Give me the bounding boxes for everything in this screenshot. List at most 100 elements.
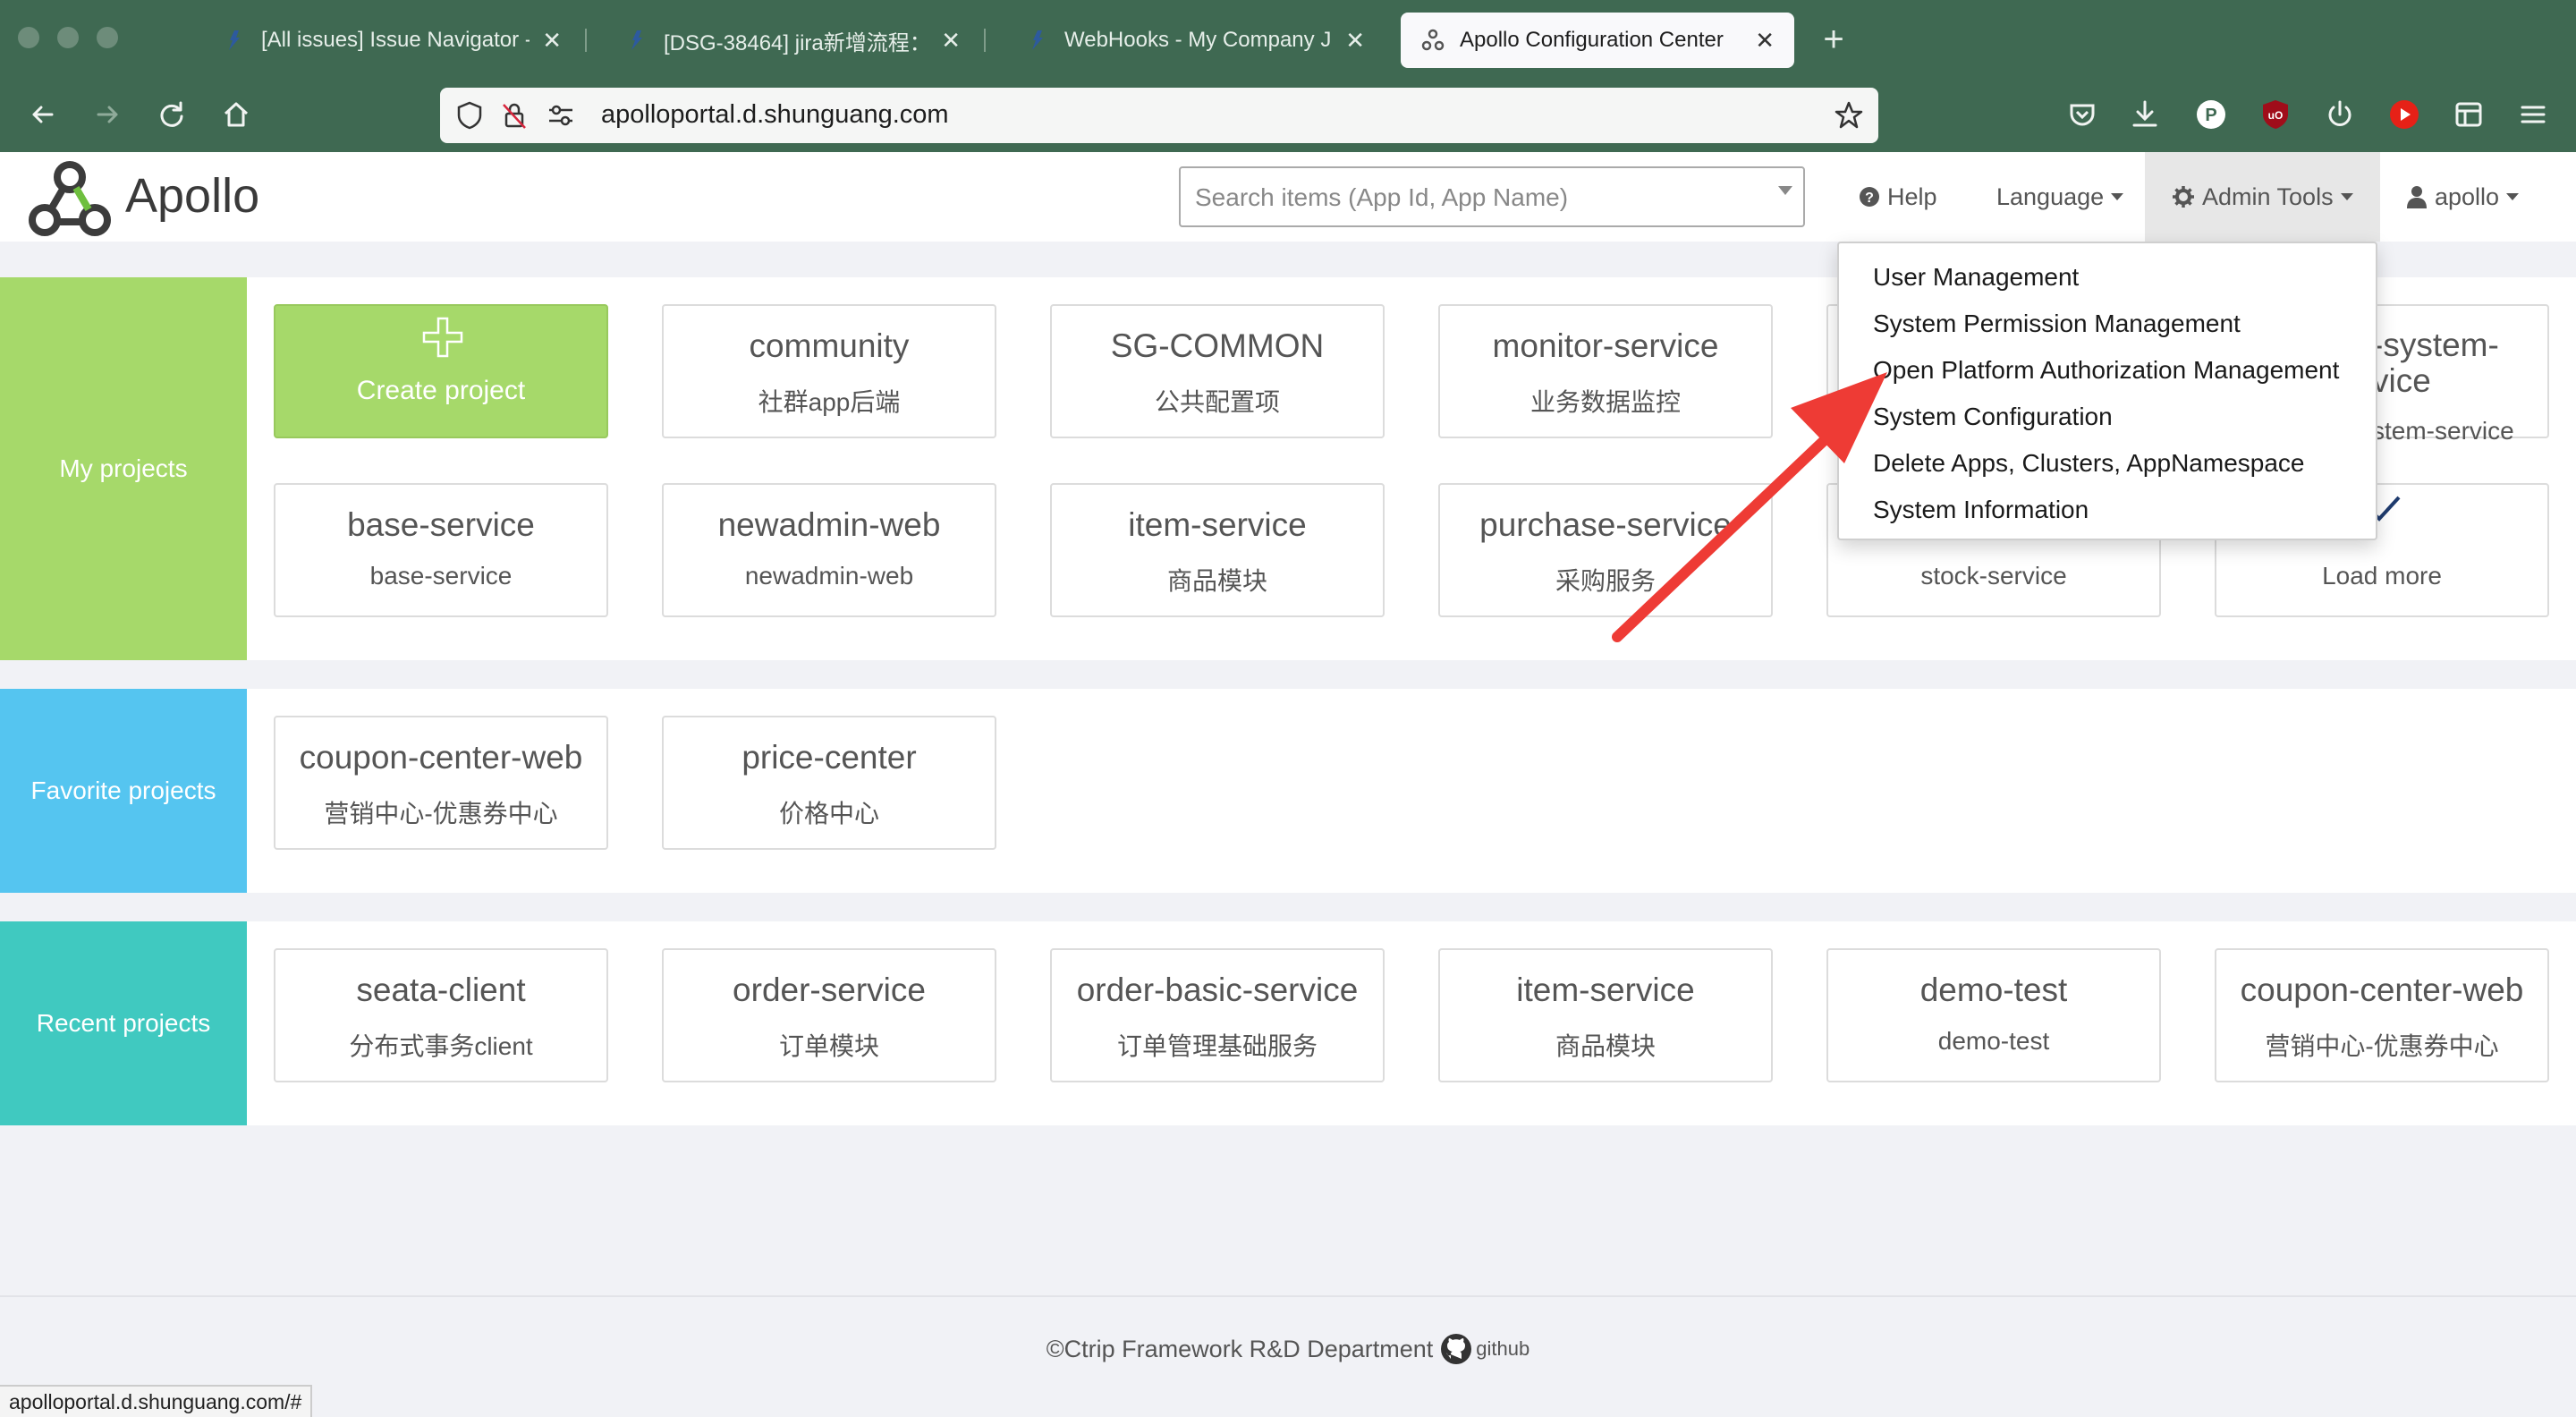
language-label: Language [1996,182,2105,210]
project-id: base-service [347,506,535,543]
menu-item-system-permission-management[interactable]: System Permission Management [1839,301,2376,347]
admin-tools-menu: User Management System Permission Manage… [1837,242,2377,540]
question-circle-icon: ? [1860,187,1879,207]
help-link[interactable]: ? Help [1859,152,1937,242]
window-close-dot[interactable] [18,27,39,48]
language-dropdown[interactable]: Language [1996,152,2124,242]
browser-tab-webhooks[interactable]: WebHooks - My Company JIRA ✕ [1005,13,1385,68]
home-icon[interactable] [218,97,254,132]
menu-item-user-management[interactable]: User Management [1839,254,2376,301]
caret-down-icon [2111,193,2124,200]
back-arrow-icon[interactable] [25,97,61,132]
chevron-down-icon[interactable] [1778,186,1792,195]
github-link[interactable]: github [1476,1337,1530,1361]
project-name: 社群app后端 [758,388,901,416]
project-name: base-service [369,562,513,590]
project-id: item-service [1128,506,1307,543]
project-card[interactable]: seata-client 分布式事务client [274,948,608,1082]
project-name: 采购服务 [1555,567,1656,595]
tab-title: [All issues] Issue Navigator - My Compan… [261,28,530,52]
project-name: 商品模块 [1166,567,1267,595]
help-label: Help [1887,182,1937,210]
close-icon[interactable]: ✕ [542,27,562,55]
project-id: monitor-service [1492,327,1719,364]
jira-icon [229,30,240,50]
menu-hamburger-icon[interactable] [2515,97,2551,132]
github-icon[interactable] [1440,1333,1472,1365]
youtube-icon[interactable] [2386,97,2422,132]
apollo-logo-icon[interactable] [25,157,114,240]
project-card[interactable]: order-basic-service 订单管理基础服务 [1050,948,1385,1082]
project-card[interactable]: SG-COMMON 公共配置项 [1050,304,1385,438]
brand-name[interactable]: Apollo [125,168,259,224]
pocket-icon[interactable] [2064,97,2100,132]
window-minimize-dot[interactable] [57,27,79,48]
project-card[interactable]: demo-test demo-test [1826,948,2161,1082]
close-icon[interactable]: ✕ [1755,27,1775,55]
browser-tab-bar: [All issues] Issue Navigator - My Compan… [0,0,2576,77]
project-card[interactable]: item-service 商品模块 [1438,948,1773,1082]
close-icon[interactable]: ✕ [1345,27,1365,55]
my-projects-label: My projects [0,277,247,660]
app-header: Apollo ? Help Language Admin Tools apoll… [0,152,2576,242]
project-id: price-center [741,739,917,776]
project-name: 订单管理基础服务 [1116,1032,1318,1060]
power-icon[interactable] [2322,97,2358,132]
app-search-select[interactable] [1179,166,1805,227]
project-card[interactable]: base-service base-service [274,483,608,617]
project-id: newadmin-web [717,506,941,543]
sidebar-extension-icon[interactable] [2451,97,2487,132]
svg-text:uO: uO [2268,109,2284,122]
search-input[interactable] [1195,181,1750,215]
new-tab-button[interactable]: + [1816,20,1852,59]
downloads-icon[interactable] [2127,97,2163,132]
browser-nav-bar: apolloportal.d.shunguang.com P uO [0,77,2576,152]
project-card[interactable]: price-center 价格中心 [662,716,996,850]
project-name: newadmin-web [744,562,914,590]
close-icon[interactable]: ✕ [941,27,961,55]
project-id: demo-test [1919,972,2068,1008]
shield-icon[interactable] [454,100,485,131]
menu-item-delete-apps[interactable]: Delete Apps, Clusters, AppNamespace [1839,440,2376,487]
forward-arrow-icon[interactable] [89,97,125,132]
project-card[interactable]: newadmin-web newadmin-web [662,483,996,617]
menu-item-open-platform-authorization[interactable]: Open Platform Authorization Management [1839,347,2376,394]
browser-tab-issue-navigator[interactable]: [All issues] Issue Navigator - My Compan… [202,13,581,68]
project-name: 营销中心-优惠券中心 [324,800,558,827]
project-card[interactable]: order-service 订单模块 [662,948,996,1082]
browser-status-bar: apolloportal.d.shunguang.com/# [0,1385,313,1417]
project-id: item-service [1516,972,1695,1008]
browser-tab-dsg-38464[interactable]: [DSG-38464] jira新增流程：APP ✕ [605,13,980,68]
menu-item-system-information[interactable]: System Information [1839,487,2376,533]
url-text[interactable]: apolloportal.d.shunguang.com [601,100,949,130]
project-name: 营销中心-优惠券中心 [2265,1032,2499,1060]
create-project-button[interactable]: Create project [274,304,608,438]
project-name: 价格中心 [778,800,879,827]
browser-tab-apollo[interactable]: Apollo Configuration Center ✕ [1401,13,1794,68]
project-id: order-basic-service [1076,972,1359,1008]
project-card[interactable]: community 社群app后端 [662,304,996,438]
user-dropdown[interactable]: apollo [2406,152,2520,242]
tab-title: WebHooks - My Company JIRA [1064,28,1333,52]
project-card[interactable]: coupon-center-web 营销中心-优惠券中心 [2215,948,2549,1082]
project-id: seata-client [356,972,526,1008]
menu-item-system-configuration[interactable]: System Configuration [1839,394,2376,440]
project-card[interactable]: monitor-service 业务数据监控 [1438,304,1773,438]
project-card[interactable]: item-service 商品模块 [1050,483,1385,617]
ublock-icon[interactable]: uO [2258,97,2293,132]
reload-icon[interactable] [154,97,190,132]
admin-tools-label: Admin Tools [2202,182,2334,210]
address-bar[interactable]: apolloportal.d.shunguang.com [440,88,1878,143]
favorite-projects-section: Favorite projects coupon-center-web 营销中心… [0,689,2576,893]
project-name: 商品模块 [1555,1032,1656,1060]
window-zoom-dot[interactable] [97,27,118,48]
insecure-lock-icon[interactable] [499,100,530,131]
profile-p-icon[interactable]: P [2193,97,2229,132]
project-card[interactable]: coupon-center-web 营销中心-优惠券中心 [274,716,608,850]
project-card[interactable]: purchase-service 采购服务 [1438,483,1773,617]
favorite-projects-label: Favorite projects [0,689,247,893]
admin-tools-dropdown[interactable]: Admin Tools [2145,152,2380,242]
page-settings-icon[interactable] [546,102,576,129]
tab-title: Apollo Configuration Center [1460,28,1724,52]
bookmark-star-icon[interactable] [1834,100,1864,131]
